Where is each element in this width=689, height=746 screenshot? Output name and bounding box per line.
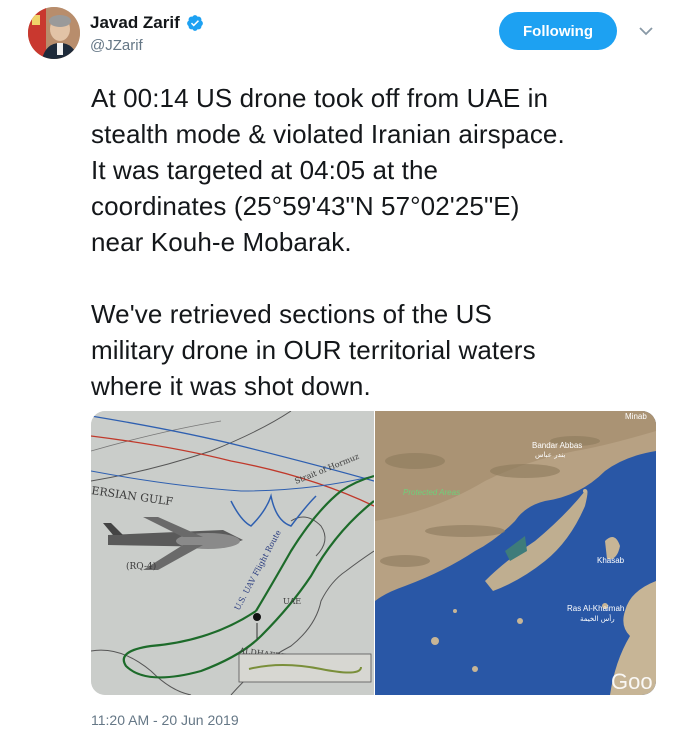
sat-label-ras: Ras Al-Khaimah [567,604,624,613]
sat-label-bandar-ar: بندر عباس [535,451,565,459]
google-logo: Goo [611,669,653,694]
name-row: Javad Zarif [90,13,204,33]
sat-label-minab: Minab [625,412,647,421]
sat-label-khasab: Khasab [597,556,625,565]
tweet-text: At 00:14 US drone took off from UAE in s… [91,80,671,404]
user-handle[interactable]: @JZarif [90,37,143,54]
map-label-uae: UAE [283,597,301,606]
following-button[interactable]: Following [499,12,617,50]
tweet-media[interactable]: ERSIAN GULF Strait of Hormuz U.S. UAV Fl… [91,411,656,695]
verified-badge-icon [186,15,203,31]
tweet-timestamp[interactable]: 11:20 AM - 20 Jun 2019 [91,712,239,728]
drawn-map-image[interactable]: ERSIAN GULF Strait of Hormuz U.S. UAV Fl… [91,411,374,695]
sat-label-protected: Protected Areas [403,488,460,497]
sat-label-bandar: Bandar Abbas [532,441,582,450]
avatar[interactable] [28,7,80,59]
sat-label-ras-ar: رأس الخيمة [580,614,615,623]
tweet-header: Javad Zarif @JZarif Following [28,7,668,67]
display-name[interactable]: Javad Zarif [90,13,180,33]
map-label-drone: (RQ-4) [126,561,156,572]
tweet-paragraph-2: We've retrieved sections of the US milit… [91,299,536,401]
chevron-down-icon[interactable] [638,23,654,39]
satellite-map-image[interactable]: Minab Bandar Abbas بندر عباس Protected A… [375,411,656,695]
tweet-paragraph-1: At 00:14 US drone took off from UAE in s… [91,83,565,257]
